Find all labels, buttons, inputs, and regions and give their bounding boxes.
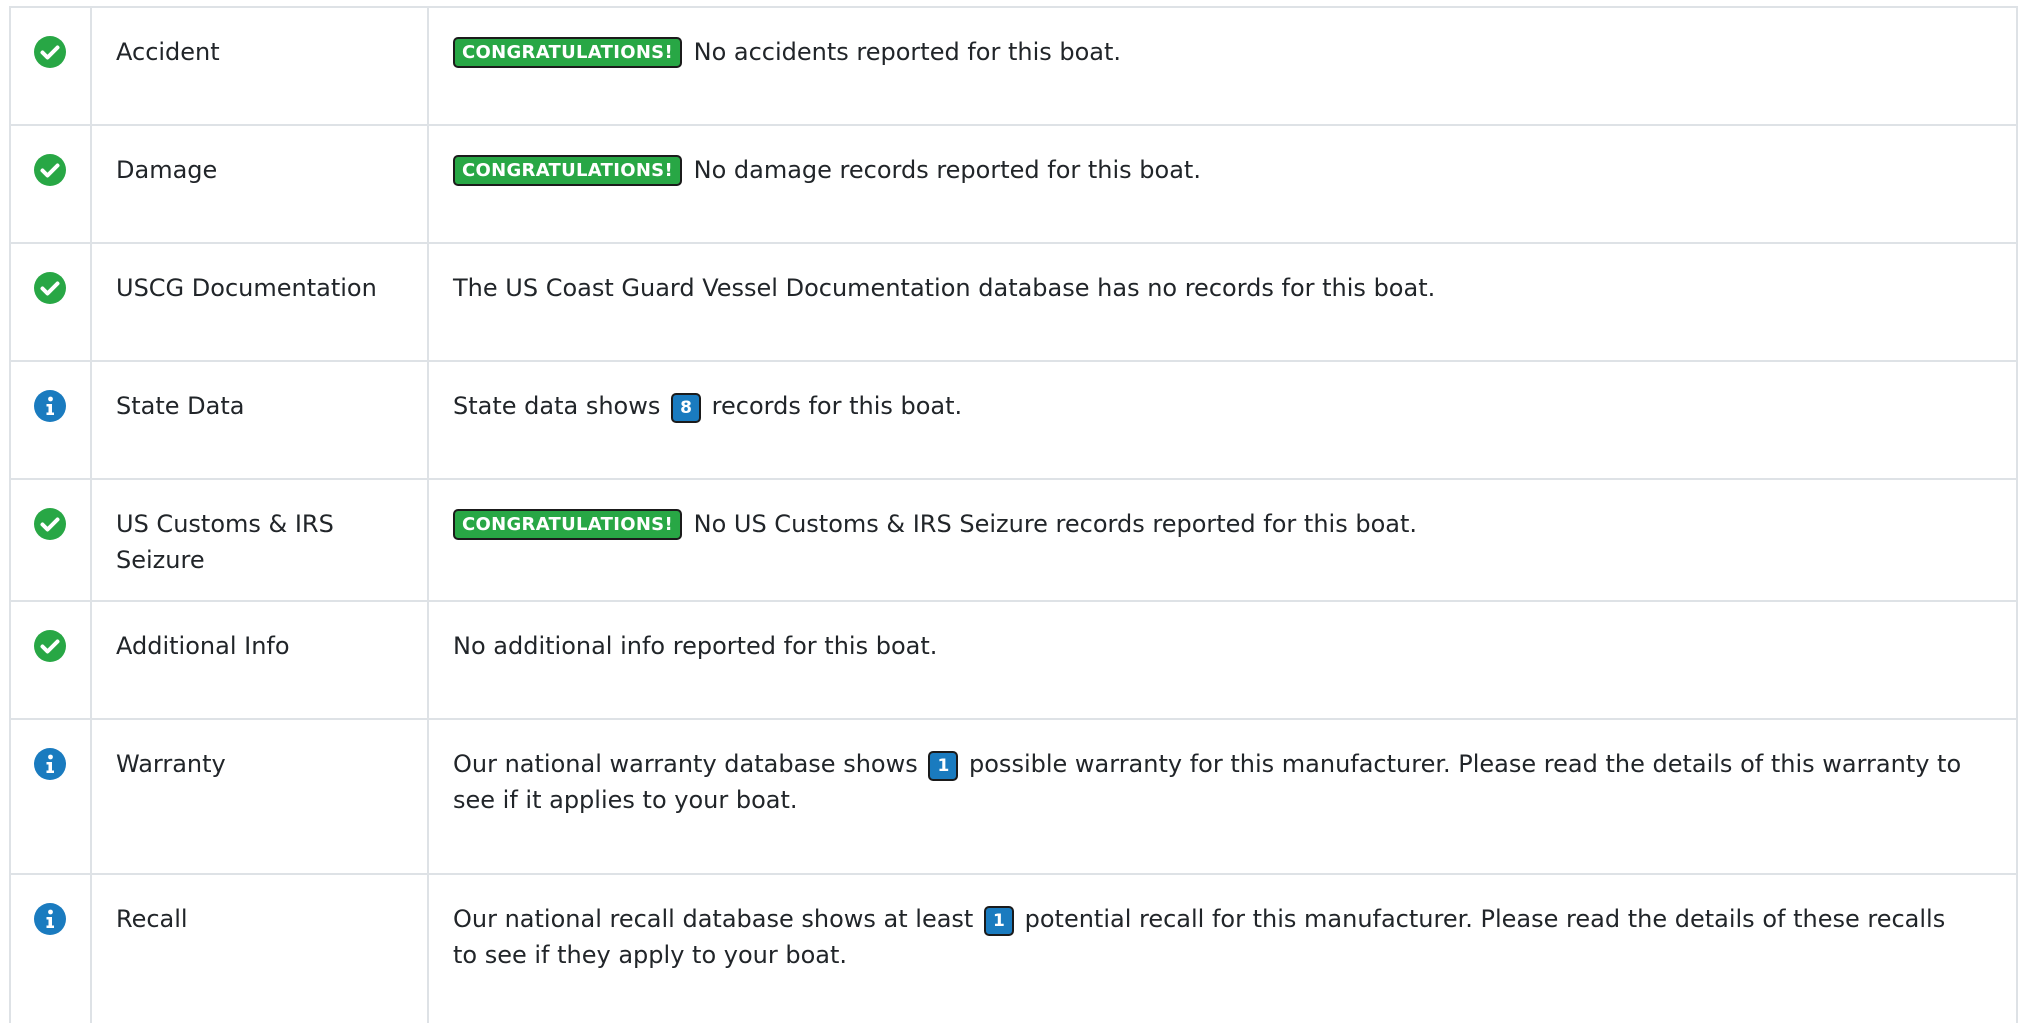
report-row-warranty: Warranty Our national warranty database … [9, 720, 2018, 875]
detail-text: No US Customs & IRS Seizure records repo… [693, 510, 1417, 538]
congratulations-badge: CONGRATULATIONS! [453, 509, 682, 540]
congratulations-badge: CONGRATULATIONS! [453, 155, 682, 186]
row-detail: Our national warranty database shows 1 p… [429, 720, 2016, 873]
report-row-recall: Recall Our national recall database show… [9, 875, 2018, 1023]
report-row-uscg-documentation: USCG Documentation The US Coast Guard Ve… [9, 244, 2018, 362]
row-detail: No additional info reported for this boa… [429, 602, 2016, 718]
status-cell [11, 244, 92, 360]
row-label: Accident [92, 8, 429, 124]
check-circle-icon [34, 272, 66, 304]
detail-text-before: Our national recall database shows at le… [453, 905, 974, 933]
detail-text-before: State data shows [453, 392, 661, 420]
detail-text: No additional info reported for this boa… [453, 632, 938, 660]
detail-text: The US Coast Guard Vessel Documentation … [453, 274, 1436, 302]
check-circle-icon [34, 508, 66, 540]
row-label: Recall [92, 875, 429, 1023]
status-cell [11, 126, 92, 242]
status-cell [11, 720, 92, 873]
status-cell [11, 362, 92, 478]
warranty-count-badge: 1 [928, 751, 959, 781]
report-row-accident: Accident CONGRATULATIONS! No accidents r… [9, 8, 2018, 126]
boat-history-report-table: Accident CONGRATULATIONS! No accidents r… [9, 6, 2018, 1023]
record-count-badge: 8 [671, 393, 702, 423]
report-row-additional-info: Additional Info No additional info repor… [9, 602, 2018, 720]
detail-text-after: records for this boat. [711, 392, 963, 420]
congratulations-badge: CONGRATULATIONS! [453, 37, 682, 68]
row-detail: CONGRATULATIONS! No US Customs & IRS Sei… [429, 480, 2016, 600]
row-detail: CONGRATULATIONS! No accidents reported f… [429, 8, 2016, 124]
row-detail: Our national recall database shows at le… [429, 875, 2016, 1023]
row-detail: CONGRATULATIONS! No damage records repor… [429, 126, 2016, 242]
row-label: Damage [92, 126, 429, 242]
report-row-damage: Damage CONGRATULATIONS! No damage record… [9, 126, 2018, 244]
row-label: US Customs & IRS Seizure [92, 480, 429, 600]
check-circle-icon [34, 36, 66, 68]
report-row-customs-irs-seizure: US Customs & IRS Seizure CONGRATULATIONS… [9, 480, 2018, 602]
info-circle-icon [34, 390, 66, 422]
report-row-state-data: State Data State data shows 8 records fo… [9, 362, 2018, 480]
row-label: State Data [92, 362, 429, 478]
check-circle-icon [34, 154, 66, 186]
recall-count-badge: 1 [983, 906, 1014, 936]
row-detail: The US Coast Guard Vessel Documentation … [429, 244, 2016, 360]
info-circle-icon [34, 903, 66, 935]
detail-text-before: Our national warranty database shows [453, 750, 918, 778]
row-label: Additional Info [92, 602, 429, 718]
detail-text: No damage records reported for this boat… [693, 156, 1201, 184]
status-cell [11, 602, 92, 718]
row-label: USCG Documentation [92, 244, 429, 360]
status-cell [11, 8, 92, 124]
check-circle-icon [34, 630, 66, 662]
status-cell [11, 875, 92, 1023]
status-cell [11, 480, 92, 600]
detail-text: No accidents reported for this boat. [693, 38, 1122, 66]
info-circle-icon [34, 748, 66, 780]
row-detail: State data shows 8 records for this boat… [429, 362, 2016, 478]
row-label: Warranty [92, 720, 429, 873]
